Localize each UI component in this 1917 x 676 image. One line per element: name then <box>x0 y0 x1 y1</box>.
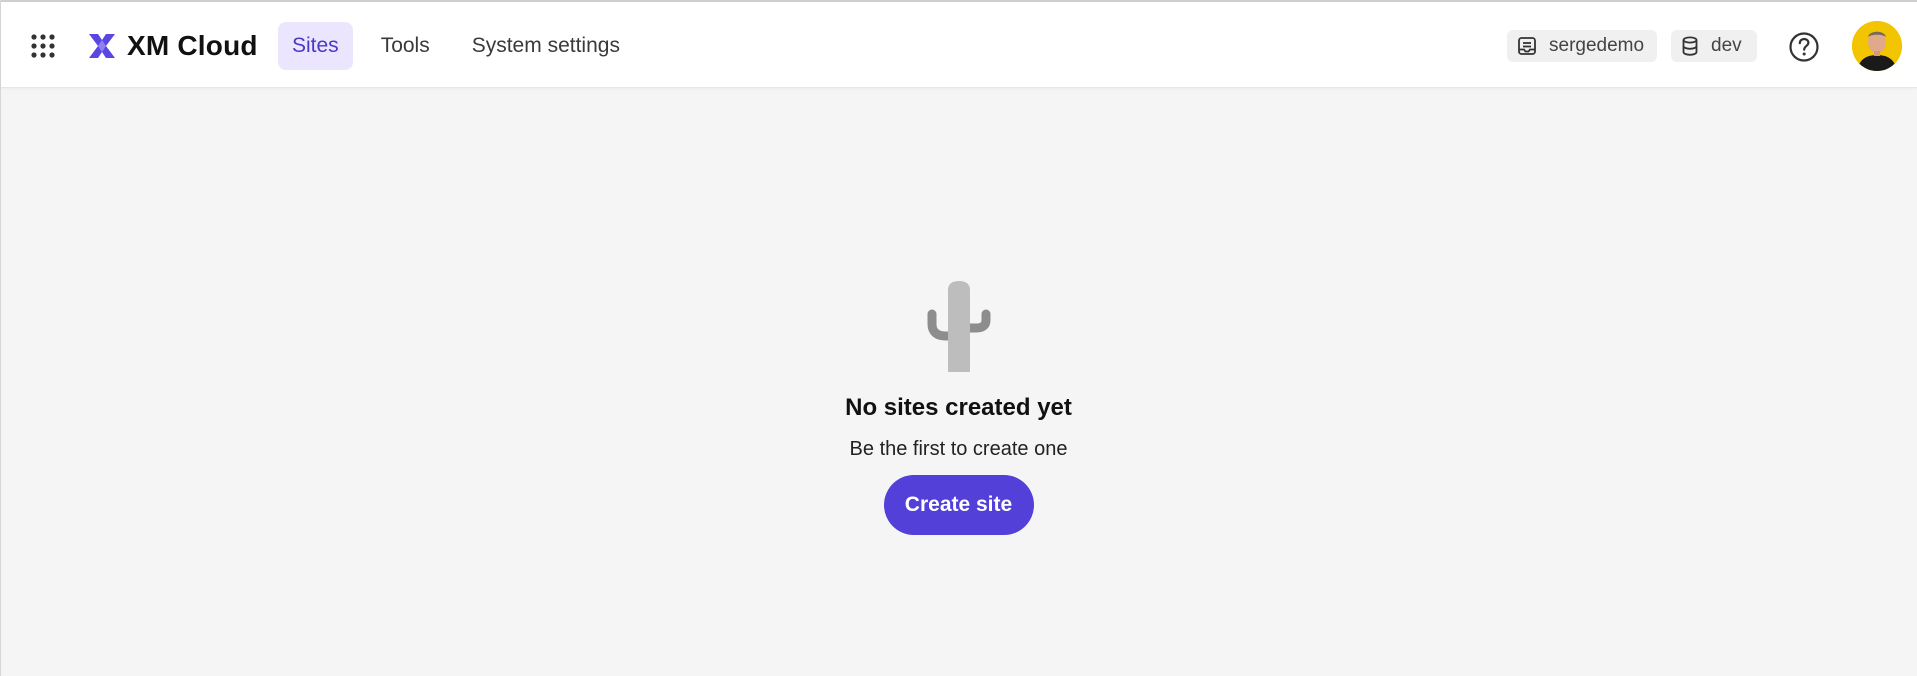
user-avatar[interactable] <box>1852 21 1902 71</box>
database-icon <box>1681 36 1699 56</box>
tenant-selector[interactable]: sergedemo <box>1507 30 1657 62</box>
empty-state-subtitle: Be the first to create one <box>849 438 1068 460</box>
empty-state: No sites created yet Be the first to cre… <box>0 280 1917 535</box>
xm-cloud-logo-icon <box>89 34 115 58</box>
create-site-button[interactable]: Create site <box>883 475 1034 535</box>
grid-9-dots-icon <box>31 34 55 58</box>
environment-selector[interactable]: dev <box>1671 30 1757 62</box>
nav-tab-tools[interactable]: Tools <box>367 22 444 70</box>
app-switcher-button[interactable] <box>25 28 61 64</box>
tenant-icon <box>1517 36 1537 56</box>
help-circle-icon <box>1789 32 1819 62</box>
tenant-label: sergedemo <box>1549 35 1645 56</box>
nav-tab-system-settings[interactable]: System settings <box>458 22 634 70</box>
empty-state-title: No sites created yet <box>845 394 1072 421</box>
user-photo <box>1852 21 1902 71</box>
nav-tab-sites[interactable]: Sites <box>278 22 353 70</box>
help-button[interactable] <box>1787 30 1821 64</box>
cactus-icon <box>927 281 990 372</box>
top-navigation-bar: XM Cloud Sites Tools System settings ser… <box>1 2 1917 88</box>
app-logo[interactable]: XM Cloud <box>87 28 258 64</box>
main-navigation: Sites Tools System settings <box>278 21 648 71</box>
app-name: XM Cloud <box>127 30 258 61</box>
environment-label: dev <box>1711 35 1742 56</box>
